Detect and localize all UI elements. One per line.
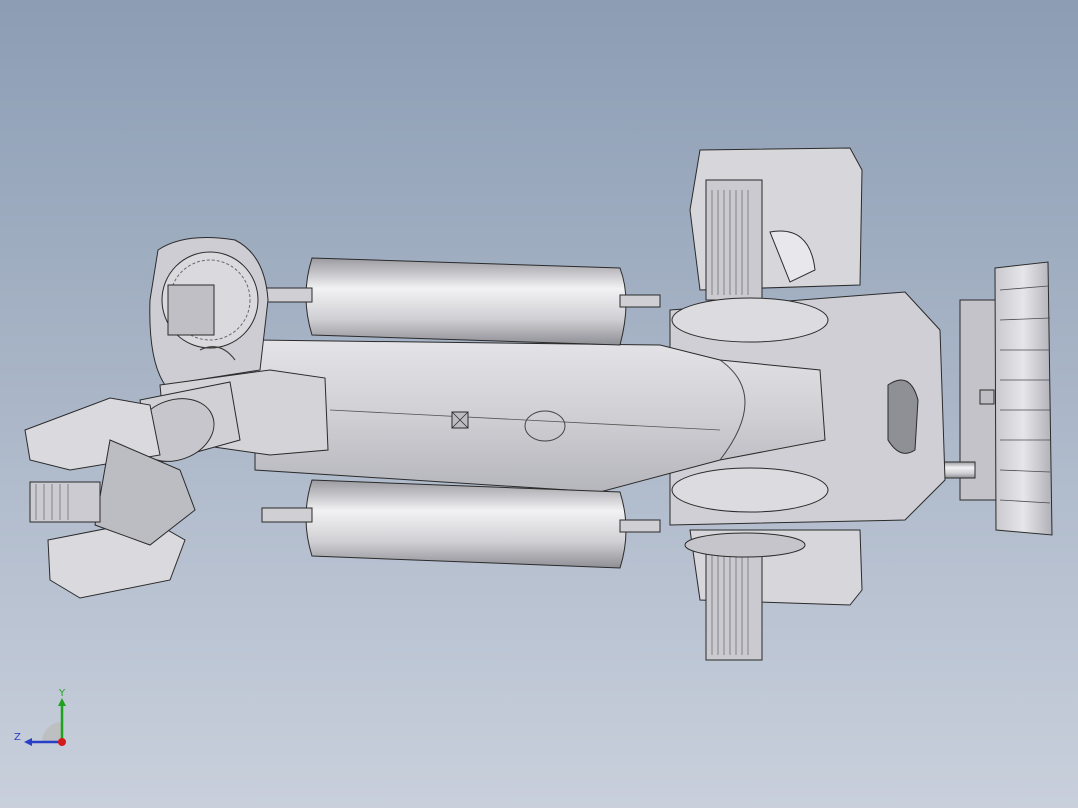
z-axis-arrowhead — [24, 738, 32, 746]
wrist-assembly[interactable] — [24, 381, 241, 599]
balancer-cylinder-bottom[interactable] — [261, 479, 661, 569]
balancer-cylinder-top[interactable] — [261, 257, 661, 346]
coordinate-triad: Y Z — [14, 688, 66, 746]
triad-plane — [42, 722, 62, 742]
cad-3d-viewport[interactable]: Y Z — [0, 0, 1078, 808]
z-axis-label: Z — [14, 732, 21, 743]
robot-arm-model[interactable] — [0, 0, 1078, 808]
y-axis-arrowhead — [58, 698, 66, 706]
x-axis-indicator — [58, 738, 66, 746]
y-axis-label: Y — [58, 688, 66, 699]
